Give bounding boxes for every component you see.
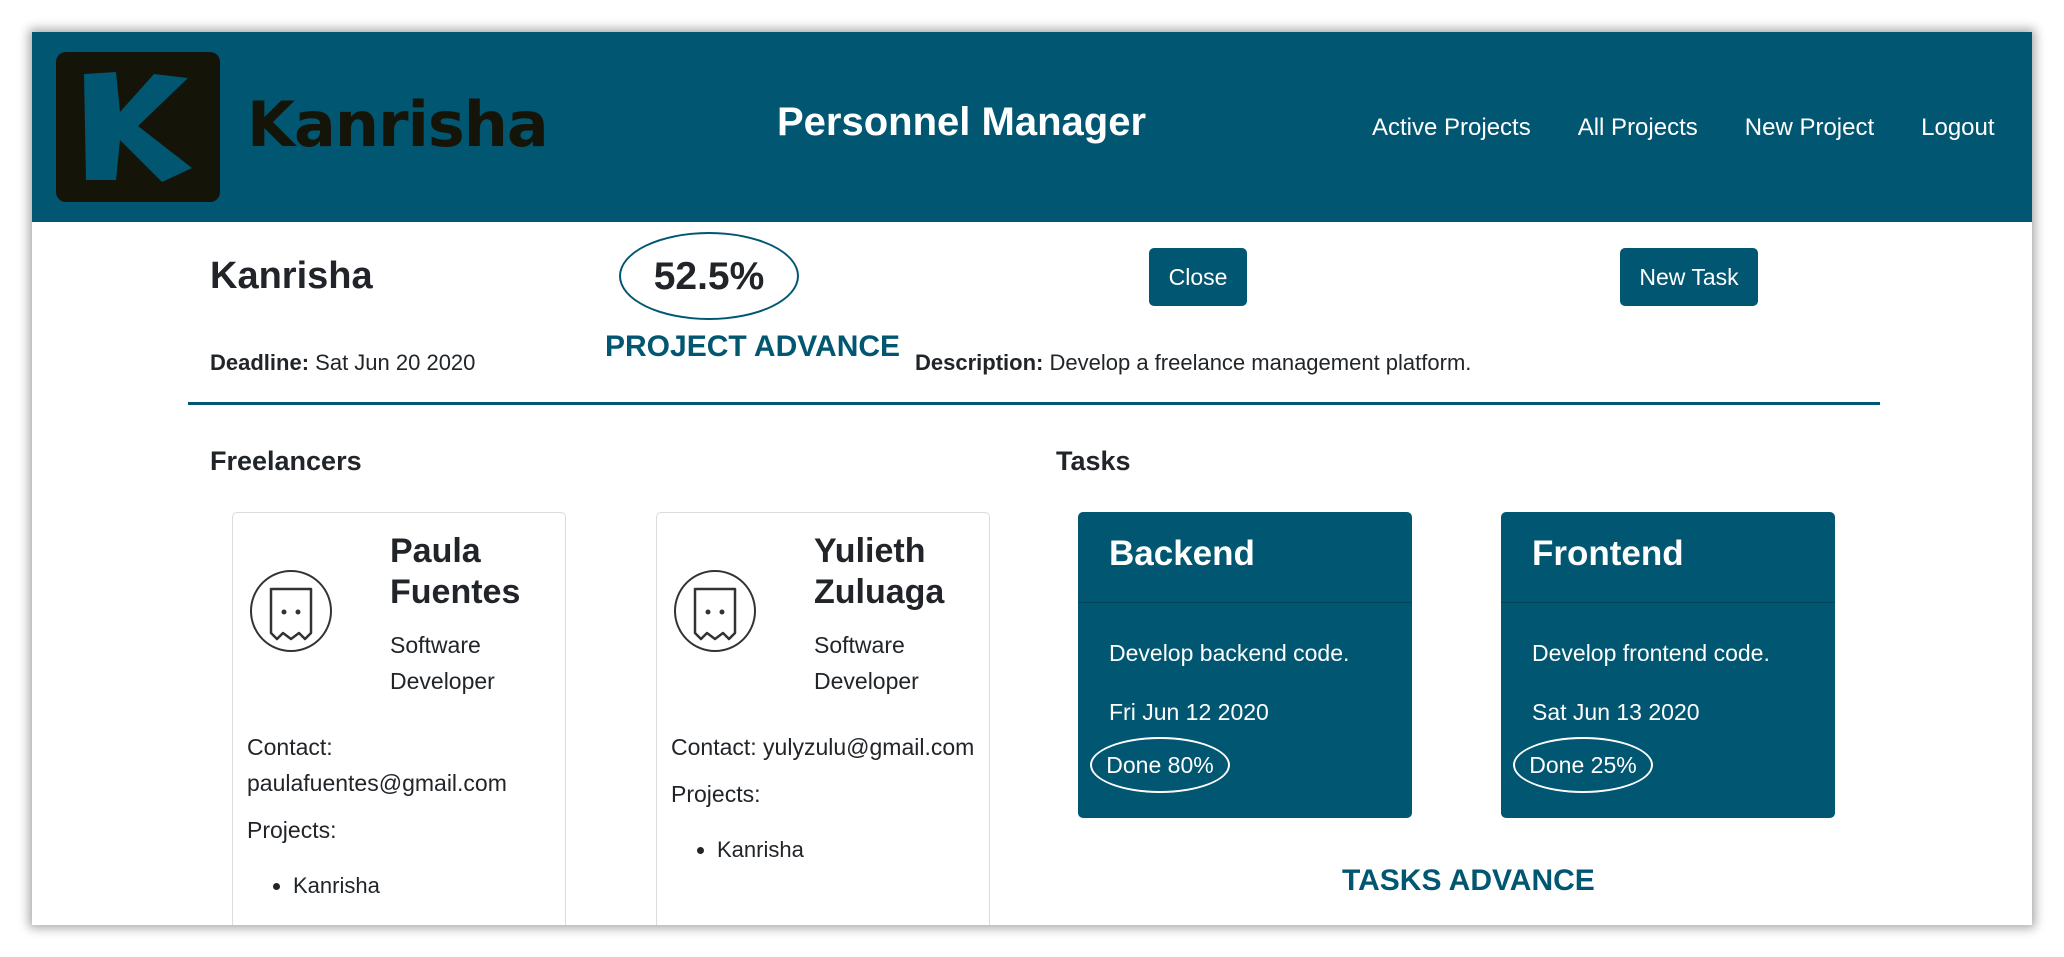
task-done-badge: Done 80% bbox=[1090, 737, 1230, 793]
project-advance-highlight: 52.5% bbox=[619, 232, 799, 320]
project-name: Kanrisha bbox=[210, 255, 373, 297]
freelancer-projects-list: Kanrisha bbox=[247, 875, 380, 897]
logo-k-icon[interactable] bbox=[56, 52, 220, 202]
avatar-icon bbox=[674, 570, 756, 652]
freelancer-projects-label: Projects: bbox=[247, 817, 337, 843]
task-card[interactable]: Frontend Develop frontend code. Sat Jun … bbox=[1501, 512, 1835, 818]
logo-text: Kanrisha bbox=[247, 88, 549, 161]
freelancer-projects-label: Projects: bbox=[671, 781, 761, 807]
deadline-value: Sat Jun 20 2020 bbox=[315, 350, 476, 375]
section-divider bbox=[188, 402, 1880, 405]
nav-new-project[interactable]: New Project bbox=[1745, 116, 1874, 140]
nav-logout[interactable]: Logout bbox=[1921, 116, 1994, 140]
freelancer-name: Paula Fuentes bbox=[390, 532, 521, 611]
freelancer-contact: Contact: paulafuentes@gmail.com bbox=[247, 734, 507, 796]
description-label: Description: bbox=[915, 350, 1044, 375]
freelancer-project-item: Kanrisha bbox=[717, 839, 804, 861]
navbar: Kanrisha Personnel Manager Active Projec… bbox=[32, 32, 2032, 222]
task-done-badge: Done 25% bbox=[1513, 737, 1653, 793]
freelancer-projects-list: Kanrisha bbox=[671, 839, 804, 861]
freelancer-card: Yulieth Zuluaga Software Developer Conta… bbox=[656, 512, 990, 925]
tasks-advance-caption: TASKS ADVANCE bbox=[1342, 864, 1595, 897]
project-deadline: Deadline: Sat Jun 20 2020 bbox=[210, 352, 475, 374]
task-card-separator bbox=[1078, 602, 1412, 603]
nav-all-projects[interactable]: All Projects bbox=[1578, 116, 1698, 140]
task-description: Develop frontend code. bbox=[1532, 640, 1770, 666]
task-card[interactable]: Backend Develop backend code. Fri Jun 12… bbox=[1078, 512, 1412, 818]
app-window: Kanrisha Personnel Manager Active Projec… bbox=[32, 32, 2032, 925]
project-advance-value: 52.5% bbox=[653, 254, 765, 298]
task-description: Develop backend code. bbox=[1109, 640, 1350, 666]
freelancers-heading: Freelancers bbox=[210, 446, 362, 476]
task-date: Sat Jun 13 2020 bbox=[1532, 699, 1700, 725]
task-title: Frontend bbox=[1532, 534, 1684, 573]
avatar-icon bbox=[250, 570, 332, 652]
close-project-button[interactable]: Close bbox=[1149, 248, 1247, 306]
freelancer-role: Software Developer bbox=[390, 632, 495, 694]
freelancer-role: Software Developer bbox=[814, 632, 919, 694]
tasks-heading: Tasks bbox=[1056, 446, 1131, 476]
freelancer-project-item: Kanrisha bbox=[293, 875, 380, 897]
freelancer-card: Paula Fuentes Software Developer Contact… bbox=[232, 512, 566, 925]
deadline-label: Deadline: bbox=[210, 350, 310, 375]
project-advance-caption: PROJECT ADVANCE bbox=[605, 330, 901, 363]
freelancer-contact: Contact: yulyzulu@gmail.com bbox=[671, 734, 975, 760]
task-card-separator bbox=[1501, 602, 1835, 603]
project-description: Description: Develop a freelance managem… bbox=[915, 352, 1471, 374]
nav-links: Active Projects All Projects New Project… bbox=[1372, 116, 1995, 140]
nav-active-projects[interactable]: Active Projects bbox=[1372, 116, 1531, 140]
app-title: Personnel Manager bbox=[777, 100, 1147, 144]
new-task-button[interactable]: New Task bbox=[1620, 248, 1758, 306]
description-value: Develop a freelance management platform. bbox=[1049, 350, 1472, 375]
freelancer-name: Yulieth Zuluaga bbox=[814, 532, 945, 611]
task-date: Fri Jun 12 2020 bbox=[1109, 699, 1269, 725]
task-title: Backend bbox=[1109, 534, 1255, 573]
